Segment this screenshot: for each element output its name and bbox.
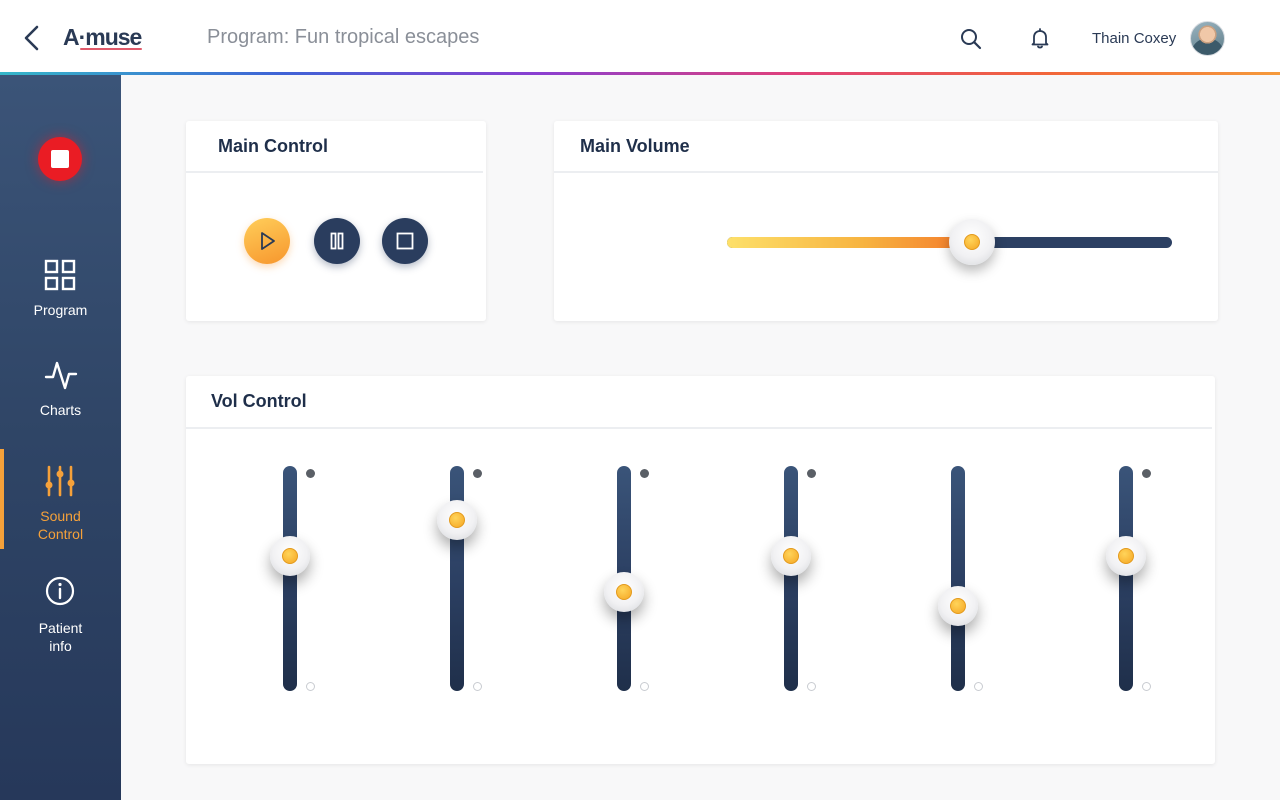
card-divider — [554, 171, 1218, 173]
card-title: Main Control — [218, 136, 328, 156]
sidebar-item-label: Sound Control — [37, 508, 84, 542]
main-volume-card: Main Volume — [554, 121, 1218, 321]
top-header: A·muse Program: Fun tropical escapes Tha… — [0, 0, 1280, 72]
channel-max-marker — [1142, 469, 1151, 478]
channel-min-marker — [1142, 682, 1151, 691]
card-divider — [186, 171, 483, 173]
channel-max-marker — [306, 469, 315, 478]
channel-max-marker — [640, 469, 649, 478]
header-gradient-divider — [0, 72, 1280, 75]
sidebar-item-sound-control[interactable]: Sound Control — [0, 449, 121, 565]
sidebar-item-label: Program — [33, 302, 88, 318]
play-button[interactable] — [244, 218, 290, 264]
channel-slider-knob[interactable] — [604, 572, 644, 612]
channel-min-marker — [807, 682, 816, 691]
record-stop-button[interactable] — [38, 137, 82, 181]
info-icon — [45, 576, 75, 606]
card-title: Main Volume — [580, 136, 690, 156]
pause-button[interactable] — [314, 218, 360, 264]
equalizer-icon — [45, 465, 75, 497]
vol-control-card: Vol Control — [186, 376, 1215, 764]
main-volume-knob[interactable] — [948, 219, 995, 265]
search-icon[interactable] — [959, 27, 983, 51]
card-divider — [186, 427, 1212, 429]
channel-slider-knob[interactable] — [437, 500, 477, 540]
sidebar-item-label: Patient info — [38, 620, 83, 654]
sidebar-item-label: Charts — [39, 402, 82, 418]
channel-max-marker — [807, 469, 816, 478]
knob-dot — [963, 234, 980, 250]
stop-icon — [396, 232, 414, 250]
back-chevron-icon[interactable] — [20, 24, 44, 52]
grid-icon — [44, 259, 76, 291]
logo-underline — [80, 48, 142, 50]
pause-icon — [330, 232, 344, 250]
channel-slider-track[interactable] — [1119, 466, 1133, 691]
sidebar: Program Charts Sound Control Patient inf… — [0, 75, 121, 800]
knob-dot — [950, 597, 966, 614]
channel-max-marker — [473, 469, 482, 478]
channel-slider-track[interactable] — [784, 466, 798, 691]
avatar[interactable] — [1190, 21, 1225, 56]
channel-min-marker — [306, 682, 315, 691]
knob-dot — [783, 548, 799, 564]
knob-dot — [616, 584, 632, 600]
main-volume-fill — [727, 237, 972, 248]
card-title: Vol Control — [211, 391, 307, 411]
channel-slider-knob[interactable] — [938, 585, 978, 626]
stop-square-icon — [51, 150, 69, 168]
sidebar-item-program[interactable]: Program — [0, 259, 121, 359]
sidebar-item-patient-info[interactable]: Patient info — [0, 575, 121, 675]
knob-dot — [449, 512, 465, 528]
main-control-card: Main Control — [186, 121, 486, 321]
app-logo[interactable]: A·muse — [63, 24, 142, 51]
knob-dot — [1118, 548, 1134, 564]
knob-dot — [282, 548, 298, 564]
channel-min-marker — [974, 682, 983, 691]
channel-slider-track[interactable] — [283, 466, 297, 691]
channel-slider-knob[interactable] — [1106, 536, 1146, 576]
channel-slider-knob[interactable] — [270, 536, 310, 576]
program-title: Program: Fun tropical escapes — [207, 26, 480, 48]
channel-slider-track[interactable] — [951, 466, 965, 691]
channel-slider-knob[interactable] — [771, 536, 811, 576]
channel-min-marker — [640, 682, 649, 691]
pulse-icon — [44, 361, 78, 390]
bell-icon[interactable] — [1028, 26, 1052, 50]
play-icon — [261, 232, 275, 250]
user-name[interactable]: Thain Coxey — [1092, 30, 1176, 47]
sidebar-item-charts[interactable]: Charts — [0, 359, 121, 459]
channel-min-marker — [473, 682, 482, 691]
stop-button[interactable] — [382, 218, 428, 264]
